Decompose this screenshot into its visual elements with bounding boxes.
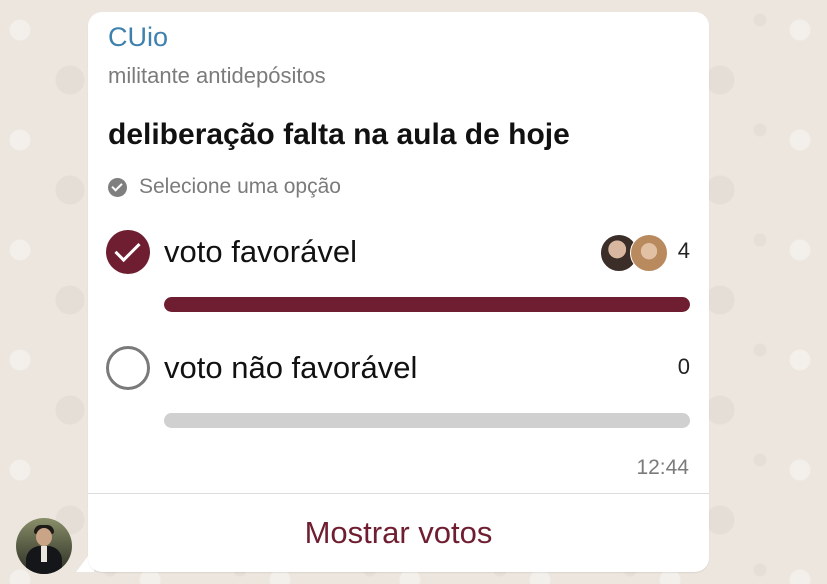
poll-option-progress-bar: [164, 297, 690, 312]
poll-option-voto-favoravel[interactable]: voto favorável 4: [106, 230, 690, 312]
poll-message-bubble: CUio militante antidepósitos deliberação…: [88, 12, 709, 572]
check-circle-icon: [108, 177, 127, 197]
poll-option-label: voto favorável: [164, 234, 357, 269]
poll-question: deliberação falta na aula de hoje: [108, 118, 570, 151]
poll-hint-text: Selecione uma opção: [139, 175, 341, 198]
sender-avatar[interactable]: [16, 518, 72, 574]
avatar-shirt: [41, 546, 47, 562]
show-votes-button[interactable]: Mostrar votos: [88, 494, 709, 572]
poll-option-progress-fill: [164, 297, 690, 312]
voter-avatar: [630, 234, 668, 272]
poll-option-progress-bar: [164, 413, 690, 428]
poll-hint: Selecione uma opção: [108, 174, 341, 200]
poll-option-label: voto não favorável: [164, 350, 418, 385]
poll-option-count: 4: [677, 238, 690, 263]
poll-option-count: 0: [677, 354, 690, 379]
poll-option-voto-nao-favoravel[interactable]: voto não favorável 0: [106, 346, 690, 428]
sender-note: militante antidepósitos: [108, 63, 326, 88]
checkmark-icon[interactable]: [106, 230, 150, 274]
voter-avatars[interactable]: [600, 234, 672, 272]
message-timestamp: 12:44: [636, 456, 689, 479]
sender-name[interactable]: CUio: [108, 22, 168, 53]
empty-circle-icon[interactable]: [106, 346, 150, 390]
avatar-head: [36, 528, 52, 546]
